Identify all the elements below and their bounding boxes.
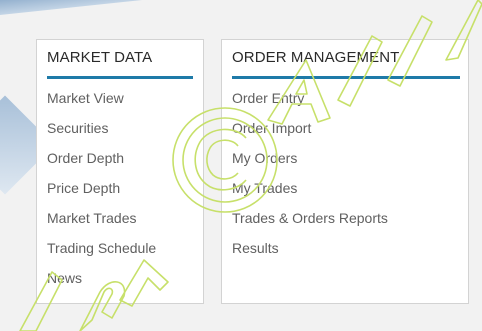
menu-item-trading-schedule[interactable]: Trading Schedule: [47, 241, 156, 271]
menu-item-my-trades[interactable]: My Trades: [232, 181, 388, 211]
page-background: MARKET DATA Market View Securities Order…: [0, 0, 482, 331]
menu-item-news[interactable]: News: [47, 271, 156, 301]
order-management-panel: ORDER MANAGEMENT Order Entry Order Impor…: [221, 39, 469, 304]
menu-item-results[interactable]: Results: [232, 241, 388, 271]
market-data-title: MARKET DATA: [47, 49, 153, 66]
menu-item-order-entry[interactable]: Order Entry: [232, 91, 388, 121]
market-data-menu: Market View Securities Order Depth Price…: [47, 91, 156, 301]
menu-item-price-depth[interactable]: Price Depth: [47, 181, 156, 211]
order-management-title-underline: [232, 76, 460, 79]
menu-item-order-depth[interactable]: Order Depth: [47, 151, 156, 181]
menu-item-my-orders[interactable]: My Orders: [232, 151, 388, 181]
decorative-streak: [0, 0, 220, 16]
menu-item-trades-orders-reports[interactable]: Trades & Orders Reports: [232, 211, 388, 241]
menu-item-securities[interactable]: Securities: [47, 121, 156, 151]
menu-item-order-import[interactable]: Order Import: [232, 121, 388, 151]
order-management-menu: Order Entry Order Import My Orders My Tr…: [232, 91, 388, 271]
menu-item-market-view[interactable]: Market View: [47, 91, 156, 121]
market-data-panel: MARKET DATA Market View Securities Order…: [36, 39, 204, 304]
menu-item-market-trades[interactable]: Market Trades: [47, 211, 156, 241]
market-data-title-underline: [47, 76, 193, 79]
order-management-title: ORDER MANAGEMENT: [232, 49, 400, 66]
